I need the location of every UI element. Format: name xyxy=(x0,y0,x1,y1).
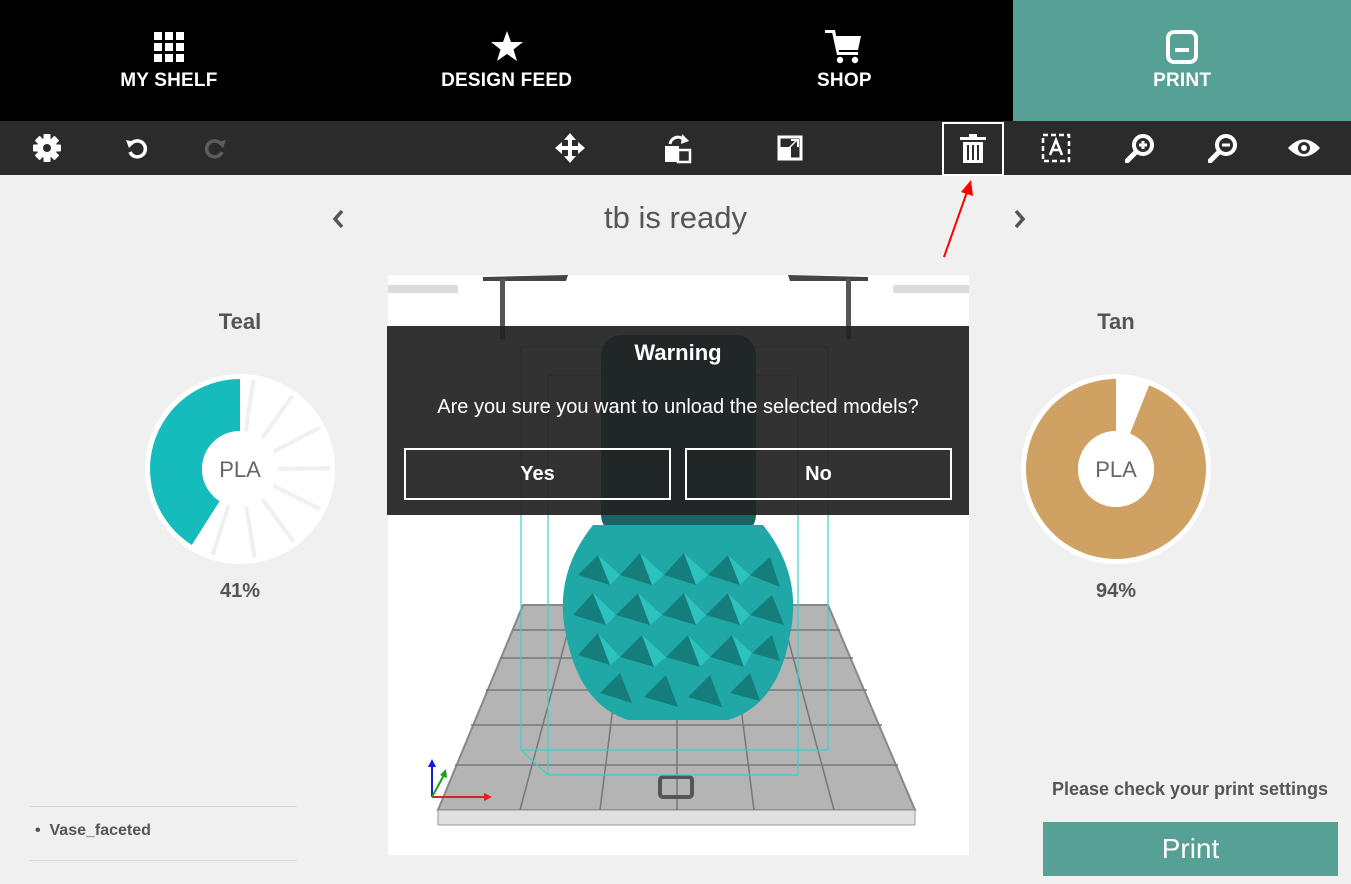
left-filament-name: Teal xyxy=(218,309,262,334)
warning-dialog: Warning Are you sure you want to unload … xyxy=(387,326,969,515)
toolbar xyxy=(0,121,1351,176)
tab-shop[interactable]: SHOP xyxy=(676,0,1014,121)
view-icon xyxy=(1288,139,1320,157)
settings-button[interactable] xyxy=(20,121,74,175)
model-name: Vase_faceted xyxy=(49,822,151,839)
delete-button[interactable] xyxy=(942,122,1004,176)
top-navigation: MY SHELF DESIGN FEED SHOP PRINT xyxy=(0,0,1351,121)
undo-button[interactable] xyxy=(110,121,164,175)
auto-layout-button[interactable] xyxy=(1029,121,1083,175)
grid-icon xyxy=(153,30,184,64)
move-button[interactable] xyxy=(543,121,597,175)
right-filament-gauge: PLA xyxy=(1021,374,1211,564)
right-filament-name: Tan xyxy=(1097,309,1135,334)
next-printer-button[interactable] xyxy=(1006,205,1034,233)
page-title: tb is ready xyxy=(603,200,747,235)
right-filament-material: PLA xyxy=(1095,457,1137,482)
tab-shop-label: SHOP xyxy=(817,69,872,91)
tab-my-shelf-label: MY SHELF xyxy=(120,69,218,91)
models-list: • Vase_faceted xyxy=(30,806,297,861)
yes-button[interactable]: Yes xyxy=(404,448,671,500)
redo-button[interactable] xyxy=(188,121,242,175)
scale-button[interactable] xyxy=(763,121,817,175)
zoom-out-icon xyxy=(1208,134,1237,163)
printer-icon xyxy=(1166,29,1199,64)
view-button[interactable] xyxy=(1277,121,1331,175)
left-filament-percent: 41% xyxy=(219,580,261,602)
rotate-icon xyxy=(665,134,692,164)
tab-my-shelf[interactable]: MY SHELF xyxy=(0,0,338,121)
zoom-out-button[interactable] xyxy=(1196,121,1250,175)
tab-print-label: PRINT xyxy=(1153,69,1212,91)
tab-design-feed-label: DESIGN FEED xyxy=(441,69,573,91)
move-icon xyxy=(555,133,585,163)
zoom-in-button[interactable] xyxy=(1113,121,1167,175)
redo-icon xyxy=(204,139,226,159)
list-item[interactable]: • Vase_faceted xyxy=(35,822,151,840)
left-filament-gauge: PLA xyxy=(145,374,335,564)
star-icon xyxy=(490,30,524,64)
print-settings-note: Please check your print settings xyxy=(1051,779,1329,799)
settings-icon xyxy=(33,134,61,162)
scale-icon xyxy=(777,135,803,161)
tab-print[interactable]: PRINT xyxy=(1013,0,1351,121)
cart-icon xyxy=(825,29,863,64)
dialog-title: Warning xyxy=(634,340,722,365)
undo-icon xyxy=(126,139,148,159)
chevron-right-icon xyxy=(1014,209,1026,229)
rotate-button[interactable] xyxy=(650,121,704,175)
delete-icon xyxy=(960,134,986,163)
zoom-in-icon xyxy=(1125,134,1154,163)
tab-design-feed[interactable]: DESIGN FEED xyxy=(338,0,676,121)
print-button[interactable]: Print xyxy=(1043,822,1338,876)
auto-layout-icon xyxy=(1041,133,1071,163)
dialog-message: Are you sure you want to unload the sele… xyxy=(437,396,919,418)
no-button[interactable]: No xyxy=(685,448,952,500)
right-filament-percent: 94% xyxy=(1095,580,1137,602)
left-filament-material: PLA xyxy=(219,457,261,482)
